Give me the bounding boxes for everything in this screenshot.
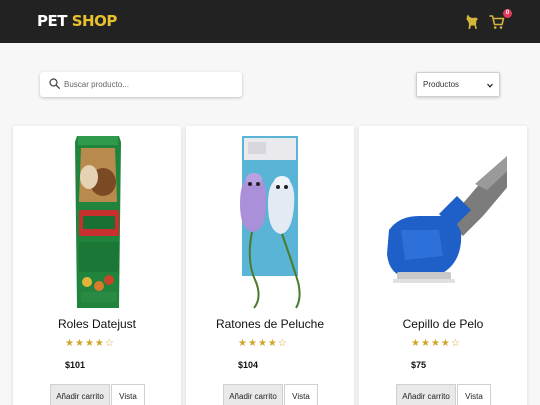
brand-text-pet: PET [37,12,67,30]
add-to-cart-button[interactable]: Añadir carrito [223,384,283,405]
star-filled-icon: ★ [257,338,268,349]
product-card: Cepillo de Pelo ★★★★☆ $75 Añadir carrito… [359,126,527,405]
product-price: $104 [238,360,259,370]
star-filled-icon: ★ [74,338,85,349]
product-image[interactable] [379,132,519,312]
star-filled-icon: ★ [411,338,421,349]
dog-food-bag-image [75,136,121,308]
product-image[interactable] [206,132,334,312]
brand-text-shop: SHOP [71,12,118,30]
search-input[interactable] [64,76,236,93]
product-card: Roles Datejust ★★★★☆ $101 Añadir carrito… [13,126,181,405]
star-empty-icon: ☆ [450,338,461,349]
plush-mice-image [240,136,301,309]
product-price: $101 [65,360,86,370]
chevron-down-icon [487,83,493,88]
brand-logo[interactable]: PET SHOP [37,11,117,31]
hair-brush-image [387,154,519,283]
star-filled-icon: ★ [84,338,95,349]
search-box [40,72,242,97]
view-button[interactable]: Vista [457,384,491,405]
product-card: Ratones de Peluche ★★★★☆ $104 Añadir car… [186,126,354,405]
add-to-cart-button[interactable]: Añadir carrito [396,384,456,405]
product-name[interactable]: Cepillo de Pelo [359,317,527,331]
star-filled-icon: ★ [420,338,431,349]
add-to-cart-button[interactable]: Añadir carrito [50,384,110,405]
product-rating: ★★★★☆ [65,338,115,349]
star-filled-icon: ★ [247,338,258,349]
view-button[interactable]: Vista [111,384,145,405]
cart-count-badge: 0 [503,9,512,18]
star-filled-icon: ★ [65,338,75,349]
product-name[interactable]: Roles Datejust [13,317,181,331]
star-filled-icon: ★ [94,338,105,349]
product-rating: ★★★★☆ [238,338,288,349]
cart-icon[interactable] [489,14,505,30]
star-filled-icon: ★ [267,338,278,349]
star-filled-icon: ★ [430,338,441,349]
paw-icon[interactable] [465,14,479,30]
product-name[interactable]: Ratones de Peluche [186,317,354,331]
product-rating: ★★★★☆ [411,338,461,349]
star-empty-icon: ☆ [277,338,288,349]
product-price: $75 [411,360,427,370]
category-select-value: Productos [423,80,460,89]
product-image[interactable] [33,132,161,312]
search-icon [49,78,60,89]
star-empty-icon: ☆ [104,338,115,349]
star-filled-icon: ★ [238,338,248,349]
category-select[interactable]: Productos [416,72,500,97]
view-button[interactable]: Vista [284,384,318,405]
star-filled-icon: ★ [440,338,451,349]
navbar: PET SHOP 0 [0,0,540,43]
